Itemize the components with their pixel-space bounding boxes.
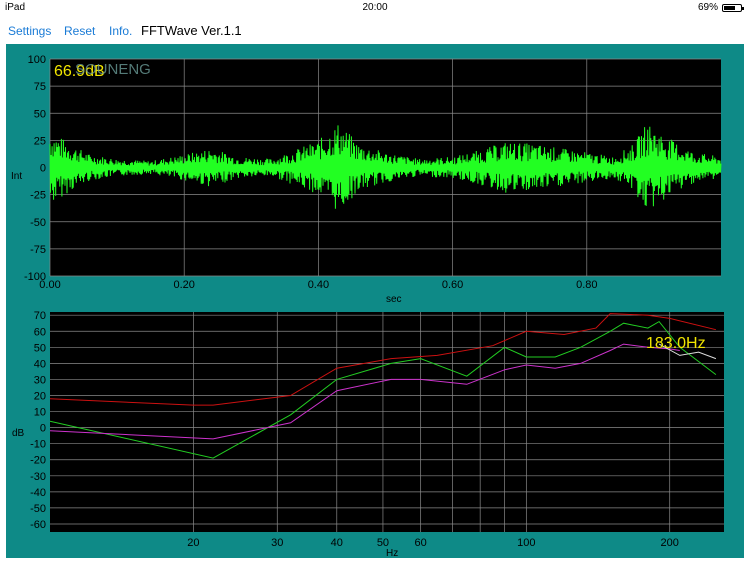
toolbar: Settings Reset Info. FFTWave Ver.1.1 [0, 18, 750, 42]
x-tick-label: 0.80 [576, 279, 597, 291]
y-tick-label: -75 [30, 244, 46, 256]
x-tick-label: 100 [517, 537, 535, 549]
waveform-y-label: Int [11, 171, 22, 182]
y-tick-label: 60 [34, 326, 46, 338]
spectrum-background [50, 312, 724, 532]
x-tick-label: 0.40 [308, 279, 329, 291]
battery-icon [722, 3, 744, 12]
plots-canvas: 100 75 50 25 0 -25 -50 -75 -10 0 0.00 0.20 0.40 0.60… [11, 54, 724, 559]
frequency-readout: 183.0Hz [646, 335, 706, 352]
y-tick-label: -30 [30, 471, 46, 483]
waveform-x-label: sec [386, 294, 402, 305]
x-tick-label: 0.00 [39, 279, 60, 291]
y-tick-label: 70 [34, 310, 46, 322]
watermark: SOUNENG [75, 61, 151, 78]
y-tick-label: 10 [34, 407, 46, 419]
y-tick-label: 40 [34, 358, 46, 370]
y-tick-label: 25 [34, 135, 46, 147]
y-tick-label: -40 [30, 487, 46, 499]
y-tick-label: -60 [30, 519, 46, 531]
x-tick-label: 0.60 [442, 279, 463, 291]
y-tick-label: 0 [40, 163, 46, 175]
waveform-plot[interactable]: 1007550250-25-50-75-100 0.00 0.20 0.40 0.60… [11, 54, 722, 305]
y-tick-label: 75 [34, 81, 46, 93]
x-tick-label: 20 [187, 537, 199, 549]
status-bar: iPad 20:00 69% [0, 0, 750, 14]
y-tick-label: 50 [34, 108, 46, 120]
spectrum-y-ticks: 70 60 50 40 30 20 10 0 -10 -20 -30 -40 -50 -60 [30, 310, 46, 531]
spectrum-x-label: Hz [386, 548, 398, 558]
waveform-y-ticks: 1007550250-25-50-75-100 [24, 54, 46, 283]
spectrum-plot[interactable]: 706050403020100-10-20-30-40-50-60 20 30 40… [12, 310, 724, 559]
x-tick-label: 60 [415, 537, 427, 549]
x-tick-label: 0.20 [173, 279, 194, 291]
app-title: FFTWave Ver.1.1 [141, 23, 242, 38]
waveform-x-ticks: 0.00 0.20 0.40 0.60 0.80 [39, 279, 597, 291]
battery-fill [724, 5, 736, 10]
info-button[interactable]: Info. [109, 24, 132, 38]
x-tick-label: 40 [331, 537, 343, 549]
y-tick-label: 100 [28, 54, 46, 66]
y-tick-label: 30 [34, 374, 46, 386]
spectrum-x-ticks: 20 30 40 50 60 100 200 [187, 537, 679, 549]
clock: 20:00 [362, 2, 388, 13]
spectrum-y-label: dB [12, 428, 25, 439]
reset-button[interactable]: Reset [64, 24, 95, 38]
y-tick-label: -25 [30, 190, 46, 202]
y-tick-label: -50 [30, 503, 46, 515]
y-tick-label: -20 [30, 455, 46, 467]
y-tick-label: 50 [34, 342, 46, 354]
battery-percent: 69% [697, 2, 718, 13]
y-tick-label: 20 [34, 391, 46, 403]
settings-button[interactable]: Settings [8, 24, 51, 38]
main-panel: 100 75 50 25 0 -25 -50 -75 -10 0 0.00 0.20 0.40 0.60… [6, 44, 744, 559]
y-tick-label: -10 [30, 439, 46, 451]
y-tick-label: 0 [40, 423, 46, 435]
x-tick-label: 200 [661, 537, 679, 549]
battery-status: 69% [697, 2, 744, 13]
y-tick-label: -50 [30, 217, 46, 229]
x-tick-label: 30 [271, 537, 283, 549]
